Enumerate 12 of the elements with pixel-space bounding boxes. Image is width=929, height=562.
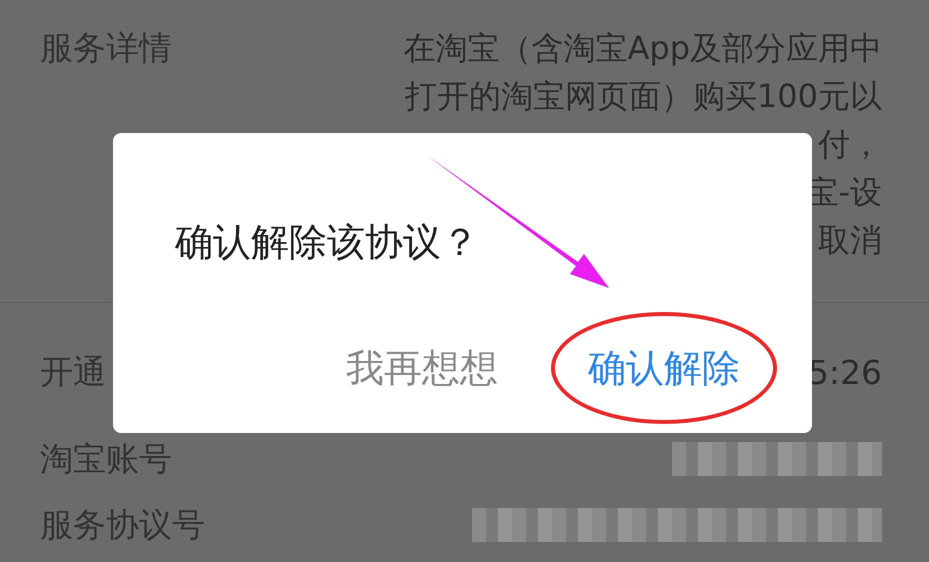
field-label: 淘宝账号 (40, 440, 172, 478)
field-label: 服务协议号 (40, 506, 205, 544)
description-line: 付， (818, 124, 882, 165)
field-label: 开通 (40, 354, 106, 390)
description-line: 打开的淘宝网页面）购买100元以 (404, 76, 882, 117)
description-line: 在淘宝（含淘宝App及部分应用中 (403, 28, 882, 69)
cancel-button[interactable]: 我再想想 (340, 340, 504, 396)
field-value: 5:26 (808, 352, 882, 392)
field-label: 服务详情 (40, 27, 172, 69)
confirm-button[interactable]: 确认解除 (582, 340, 746, 396)
description-line: 取消 (818, 220, 882, 261)
dialog-title: 确认解除该协议？ (175, 219, 479, 265)
